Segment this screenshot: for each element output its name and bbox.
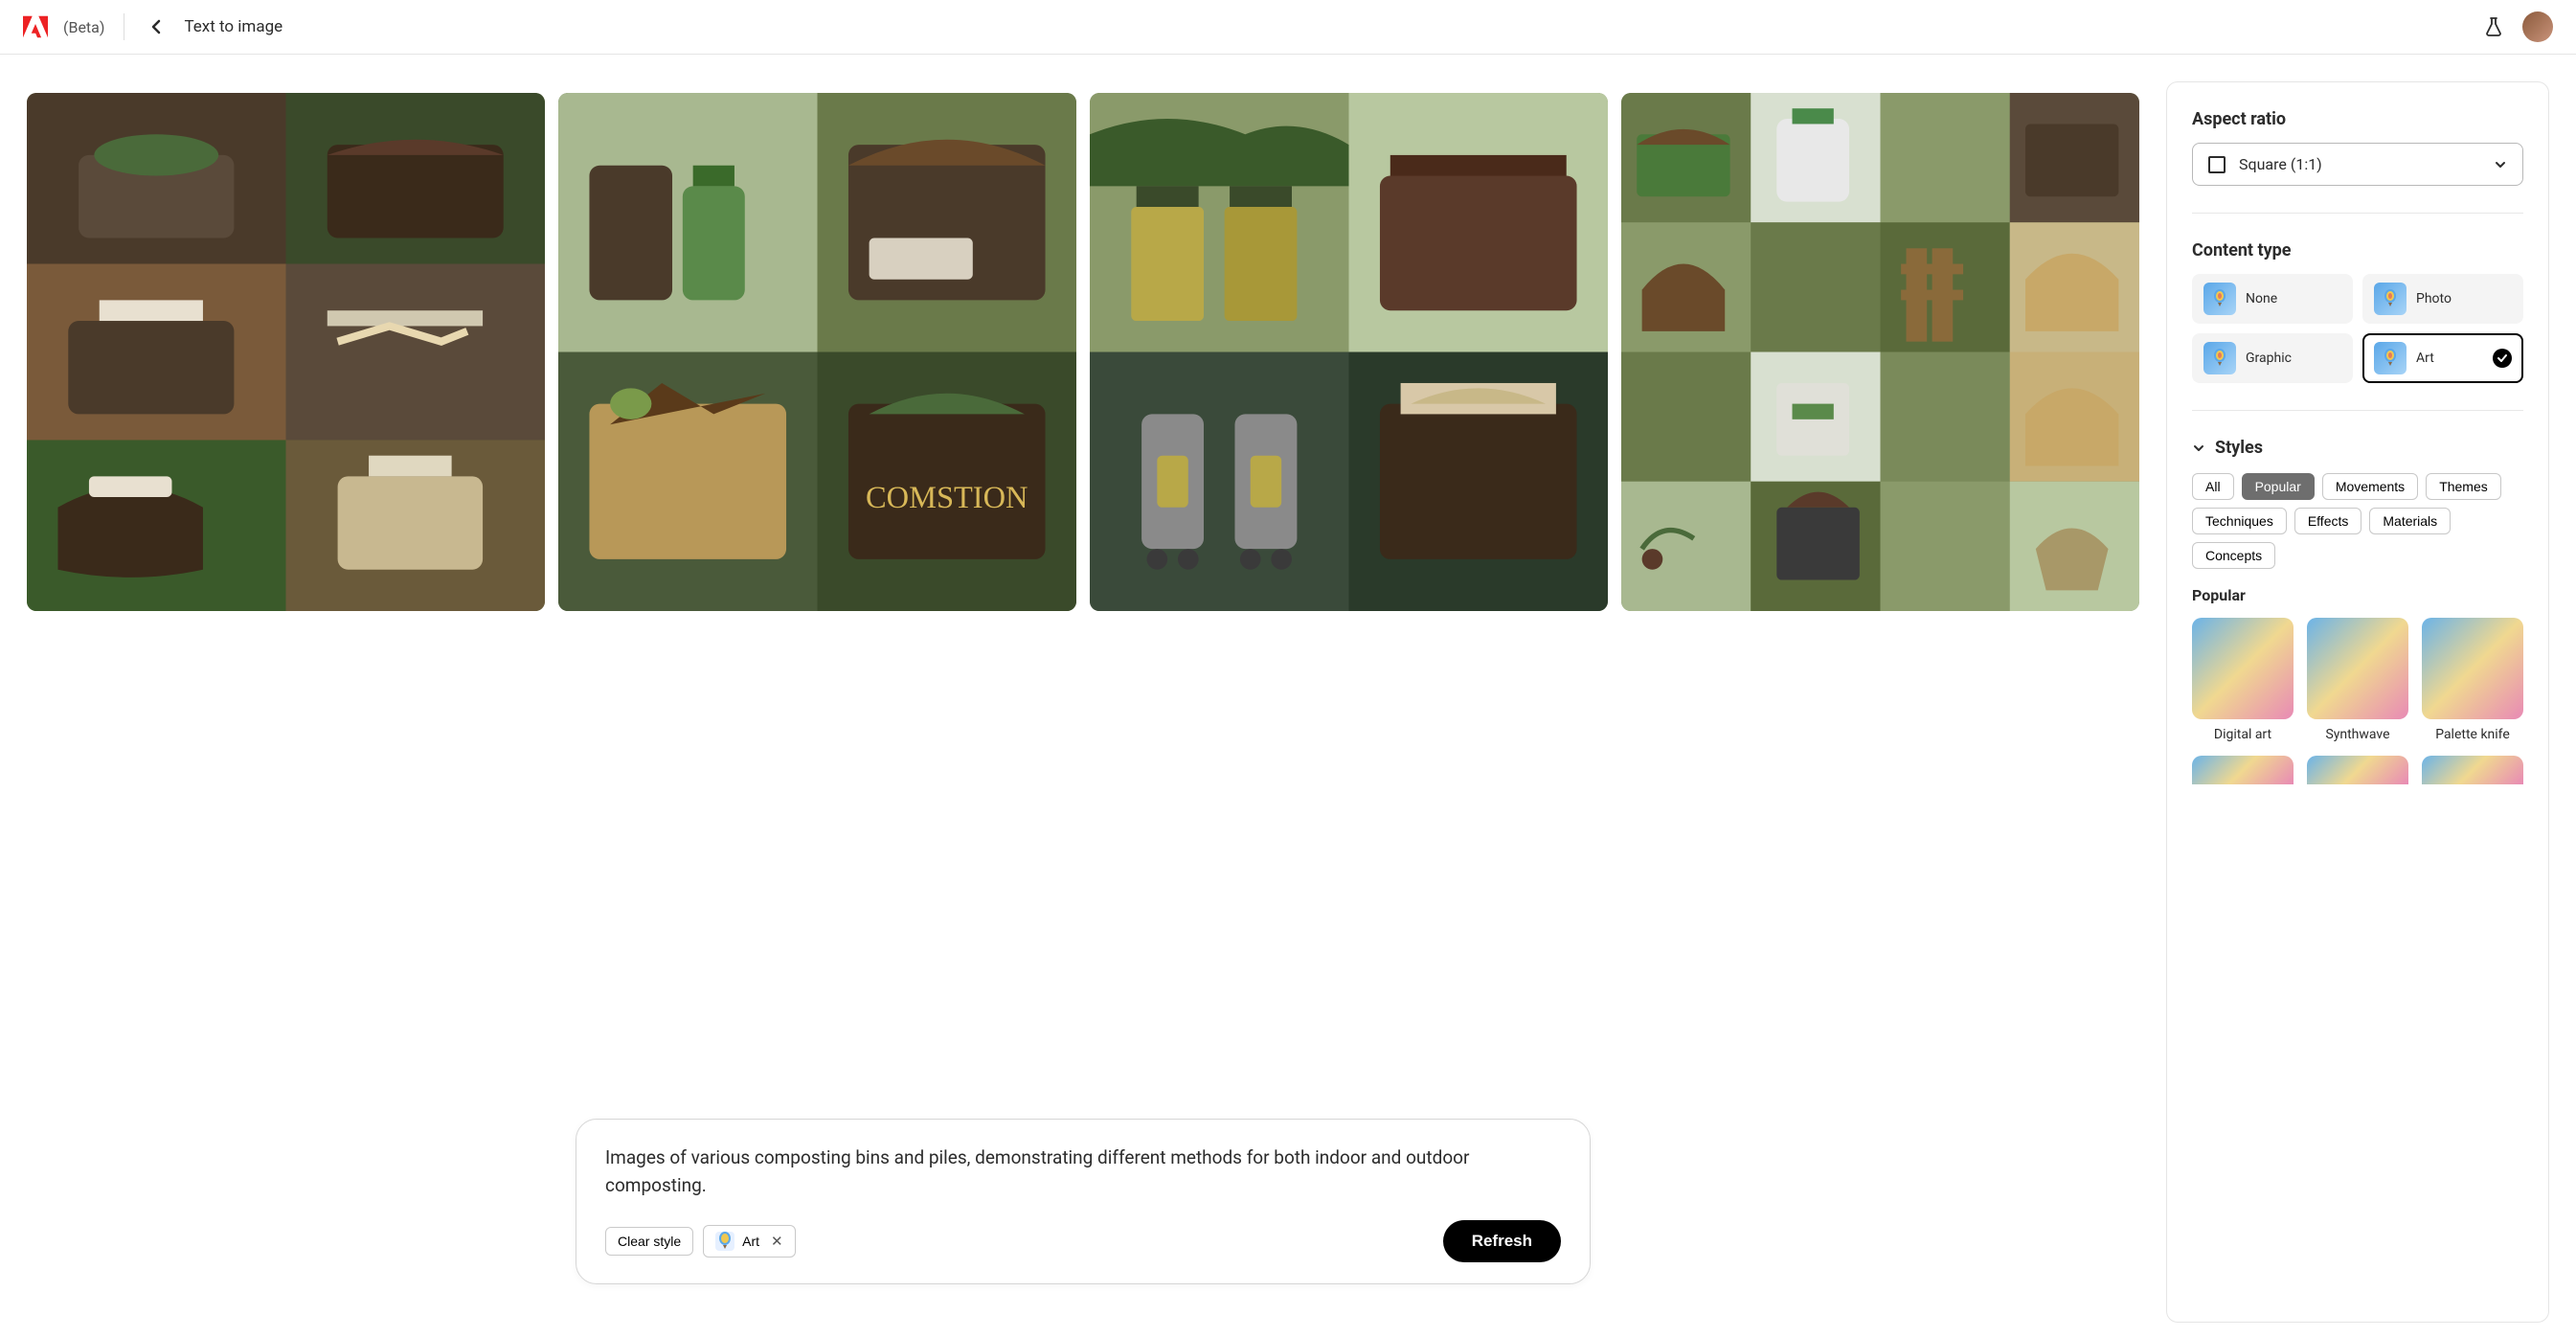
style-thumbnail: [2192, 618, 2294, 719]
style-thumbnail: [2307, 618, 2408, 719]
beta-label: (Beta): [63, 18, 104, 36]
aspect-ratio-value: Square (1:1): [2239, 155, 2480, 173]
user-avatar[interactable]: [2522, 11, 2553, 42]
generated-image-3[interactable]: [1090, 93, 1608, 611]
prompt-bar: Images of various composting bins and pi…: [576, 1119, 1591, 1284]
style-synthwave[interactable]: Synthwave: [2307, 618, 2408, 742]
content-type-label: None: [2246, 291, 2341, 306]
style-filter-all[interactable]: All: [2192, 473, 2234, 500]
aspect-ratio-section: Aspect ratio Square (1:1): [2192, 109, 2523, 186]
content-type-label: Art: [2416, 351, 2483, 366]
style-palette-knife[interactable]: Palette knife: [2422, 618, 2523, 742]
generated-image-4[interactable]: [1621, 93, 2139, 611]
back-button[interactable]: [144, 11, 169, 42]
square-icon: [2208, 156, 2226, 173]
style-filter-movements[interactable]: Movements: [2322, 473, 2418, 500]
clear-style-label: Clear style: [618, 1234, 681, 1249]
style-filter-row: All Popular Movements Themes Techniques Effec…: [2192, 473, 2523, 569]
content-type-none[interactable]: None: [2192, 274, 2353, 324]
style-thumbnail: [2422, 618, 2523, 719]
style-thumbnail: [2307, 756, 2408, 784]
svg-text:COMSTION: COMSTION: [866, 481, 1028, 515]
refresh-button[interactable]: Refresh: [1443, 1220, 1561, 1262]
content-type-label: Graphic: [2246, 351, 2341, 366]
content-type-title: Content type: [2192, 240, 2523, 261]
style-label: Palette knife: [2435, 727, 2510, 742]
content-type-graphic[interactable]: Graphic: [2192, 333, 2353, 383]
styles-section-label: Popular: [2192, 586, 2523, 604]
page-title: Text to image: [184, 17, 282, 36]
beaker-icon[interactable]: [2484, 16, 2503, 37]
content-type-label: Photo: [2416, 291, 2512, 306]
refresh-label: Refresh: [1472, 1232, 1532, 1250]
close-icon[interactable]: ✕: [771, 1233, 783, 1250]
chevron-left-icon: [151, 19, 161, 34]
divider: [2192, 410, 2523, 411]
style-item-partial[interactable]: [2192, 756, 2294, 784]
clear-style-button[interactable]: Clear style: [605, 1227, 693, 1256]
style-chip-label: Art: [742, 1234, 759, 1249]
balloon-icon: [2203, 283, 2236, 315]
balloon-icon: [715, 1232, 734, 1251]
content-type-art[interactable]: Art: [2362, 333, 2523, 383]
style-chip-art[interactable]: Art ✕: [703, 1225, 795, 1258]
prompt-actions: Clear style Art ✕ Refresh: [605, 1220, 1561, 1262]
style-item-partial[interactable]: [2422, 756, 2523, 784]
chevron-down-icon: [2192, 442, 2205, 455]
style-filter-techniques[interactable]: Techniques: [2192, 508, 2287, 534]
divider: [2192, 213, 2523, 214]
style-grid-row2: [2192, 756, 2523, 784]
style-thumbnail: [2192, 756, 2294, 784]
header-right: [2484, 11, 2553, 42]
style-filter-materials[interactable]: Materials: [2369, 508, 2451, 534]
aspect-ratio-select[interactable]: Square (1:1): [2192, 143, 2523, 186]
balloon-icon: [2374, 342, 2407, 374]
style-digital-art[interactable]: Digital art: [2192, 618, 2294, 742]
style-label: Digital art: [2214, 727, 2271, 742]
main-content: COMSTION: [0, 55, 2576, 1323]
style-filter-themes[interactable]: Themes: [2426, 473, 2501, 500]
styles-title: Styles: [2215, 438, 2263, 458]
check-icon: [2493, 349, 2512, 368]
style-thumbnail: [2422, 756, 2523, 784]
app-header: (Beta) Text to image: [0, 0, 2576, 55]
settings-sidebar: Aspect ratio Square (1:1) Content type N…: [2166, 81, 2549, 1323]
prompt-text[interactable]: Images of various composting bins and pi…: [605, 1144, 1561, 1199]
balloon-icon: [2374, 283, 2407, 315]
balloon-icon: [2203, 342, 2236, 374]
style-grid: Digital art Synthwave Palette knife: [2192, 618, 2523, 742]
generated-images-grid: COMSTION: [27, 93, 2139, 611]
generated-image-1[interactable]: [27, 93, 545, 611]
styles-toggle[interactable]: Styles: [2192, 438, 2523, 458]
generated-image-2[interactable]: COMSTION: [558, 93, 1076, 611]
styles-section: Styles All Popular Movements Themes Techniqu…: [2192, 438, 2523, 784]
style-filter-effects[interactable]: Effects: [2294, 508, 2362, 534]
content-type-photo[interactable]: Photo: [2362, 274, 2523, 324]
style-label: Synthwave: [2325, 727, 2389, 742]
canvas-area: COMSTION: [0, 55, 2166, 1323]
header-left: (Beta) Text to image: [23, 11, 282, 42]
aspect-ratio-title: Aspect ratio: [2192, 109, 2523, 129]
content-type-grid: None Photo Graphic Art: [2192, 274, 2523, 383]
content-type-section: Content type None Photo Graphic Art: [2192, 240, 2523, 383]
style-item-partial[interactable]: [2307, 756, 2408, 784]
chevron-down-icon: [2494, 158, 2507, 171]
style-filter-concepts[interactable]: Concepts: [2192, 542, 2275, 569]
style-filter-popular[interactable]: Popular: [2242, 473, 2315, 500]
adobe-logo: [23, 15, 48, 38]
